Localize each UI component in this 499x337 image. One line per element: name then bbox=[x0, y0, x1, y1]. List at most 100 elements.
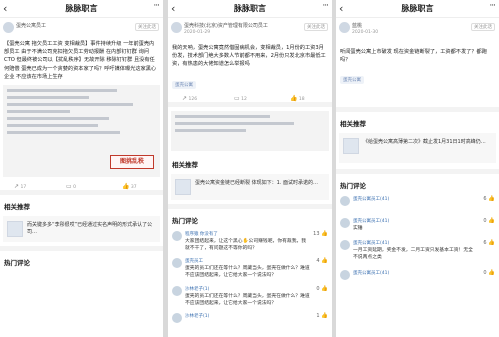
share-icon: ↗ bbox=[14, 183, 20, 191]
commenter-name[interactable]: 蛋壳员工 bbox=[185, 258, 203, 264]
thumbs-up-icon: 👍 bbox=[122, 183, 130, 191]
avatar[interactable] bbox=[340, 218, 350, 229]
related-item[interactable]: 而关键多多“李彤很哎”已经通过实名声明的形式承认了公司… bbox=[3, 216, 160, 243]
more-icon[interactable]: ··· bbox=[153, 1, 160, 11]
comments-title: 热门评论 bbox=[0, 246, 163, 270]
screenshot-collage: ‹ 脉脉职言 ··· 蛋壳公寓员工 关注此话 【蛋壳公寓 拖欠员工工资 变相裁员… bbox=[0, 0, 499, 337]
thumbs-up-icon: 👍 bbox=[488, 240, 495, 247]
post-content: 我的天呐，蛋壳公寓竟然借固病机会，变相裁员，1月份的工资3月份发，技术部门绝大多… bbox=[172, 45, 326, 68]
like-action[interactable]: 👍 18 bbox=[290, 95, 305, 102]
related-item[interactable]: 《给蛋壳公寓高薄第二次》截止发1月31日1时高峰仍… bbox=[339, 133, 496, 164]
page-title: 脉脉职言 bbox=[401, 4, 434, 13]
comment-item[interactable]: 蛋壳公寓员工(41) 实锤 0 👍 bbox=[336, 215, 499, 237]
comment-item[interactable]: 沙林老子(1) 蛋壳的员工们还在等什么？周藏当头，蛋壳在做什么？难道不应该团结起… bbox=[168, 283, 332, 310]
comment-like[interactable]: 6 👍 bbox=[483, 240, 495, 246]
back-arrow-icon[interactable]: ‹ bbox=[3, 2, 7, 15]
topic-tag[interactable]: 蛋壳公寓 bbox=[340, 76, 364, 85]
share-action[interactable]: ↗ 126 bbox=[182, 95, 197, 102]
more-icon[interactable]: ··· bbox=[322, 1, 329, 11]
comment-like[interactable]: 0 👍 bbox=[316, 286, 328, 292]
commenter-name[interactable]: 蛋壳公寓员工(41) bbox=[353, 270, 389, 276]
image-stamp: 图挑乱秩 bbox=[110, 155, 154, 170]
like-action[interactable]: 👍 37 bbox=[122, 183, 137, 190]
related-text: 《给蛋壳公寓高薄第二次》截止发1月31日1时高峰仍… bbox=[363, 139, 486, 146]
comment-icon: ▭ bbox=[66, 183, 72, 191]
post-panel-3: ‹ 脉脉职言 ··· 蓝桃 2020-01-30 关注此话 听闻蛋壳公寓上市破发… bbox=[336, 0, 499, 337]
follow-button[interactable]: 关注此话 bbox=[304, 23, 328, 31]
thumbs-up-icon: 👍 bbox=[321, 312, 328, 319]
share-icon: ↗ bbox=[182, 94, 188, 102]
commenter-name[interactable]: 沙林老子(1) bbox=[185, 313, 209, 319]
post-image[interactable] bbox=[171, 110, 329, 151]
comment-like[interactable]: 0 👍 bbox=[483, 218, 495, 224]
avatar[interactable] bbox=[172, 285, 182, 296]
comment-text: 蛋壳的员工们还在等什么？周藏当头，蛋壳在做什么？难道不应该团结起来，让它给大家一… bbox=[185, 293, 310, 306]
comment-item[interactable]: 蛋壳公寓员工(41) 6 👍 bbox=[336, 193, 499, 215]
avatar[interactable] bbox=[172, 230, 182, 241]
avatar[interactable] bbox=[340, 270, 350, 281]
page-title: 脉脉职言 bbox=[65, 4, 98, 13]
thumbs-up-icon: 👍 bbox=[488, 196, 495, 203]
comment-text: 实锤 bbox=[353, 226, 363, 232]
comment-like[interactable]: 0 👍 bbox=[483, 270, 495, 276]
avatar[interactable] bbox=[172, 312, 182, 323]
post-panel-2: ‹ 脉脉职言 ··· 蛋壳科技(北京)资产管理有限公司员工 2020-01-29… bbox=[168, 0, 332, 337]
comment-item[interactable]: 程序猿 你没有了 大家团结起来，让这个黑心✋公司赚钱呢，你有裁我，我就不干了，有… bbox=[168, 228, 332, 255]
post-image[interactable]: 图挑乱秩 bbox=[3, 85, 160, 178]
comment-item[interactable]: 蛋壳公寓员工(41) 0 👍 bbox=[336, 267, 499, 283]
topic-tag[interactable]: 蛋壳公寓 bbox=[172, 80, 196, 89]
action-bar: ↗ 17 ▭ 0 👍 37 bbox=[0, 179, 163, 196]
thumbs-up-icon: 👍 bbox=[321, 257, 328, 264]
comments-title: 热门评论 bbox=[336, 169, 499, 193]
follow-button[interactable]: 关注此话 bbox=[471, 23, 495, 31]
more-icon[interactable]: ··· bbox=[489, 1, 496, 11]
page-title: 脉脉职言 bbox=[234, 4, 266, 13]
avatar[interactable] bbox=[340, 240, 350, 251]
comment-text: 一月工资延期，奖金不发，二月工资只发基本工资！无全不说两点之类 bbox=[353, 248, 473, 261]
avatar[interactable] bbox=[3, 22, 14, 33]
related-thumbnail bbox=[7, 221, 23, 238]
comment-like[interactable]: 13 👍 bbox=[313, 231, 328, 237]
commenter-name[interactable]: 蛋壳公寓员工(41) bbox=[353, 240, 389, 246]
comment-item[interactable]: 蛋壳公寓员工(41) 一月工资延期，奖金不发，二月工资只发基本工资！无全不说两点… bbox=[336, 237, 499, 267]
thumbs-up-icon: 👍 bbox=[290, 94, 298, 102]
comment-text: 蛋壳的员工们还在等什么？周藏当头，蛋壳在做什么？难道不应该团结起来，让它给大家一… bbox=[185, 265, 310, 278]
top-bar: ‹ 脉脉职言 ··· bbox=[168, 0, 332, 18]
related-title: 相关推荐 bbox=[172, 160, 198, 169]
author-row: 蛋壳公寓员工 关注此话 bbox=[0, 18, 163, 38]
action-bar: ↗ 126 ▭ 12 👍 18 bbox=[168, 91, 332, 107]
comment-text: 大家团结起来，让这个黑心✋公司赚钱呢，你有裁我，我就不干了，有问题这不等你的吗？ bbox=[185, 238, 307, 251]
comment-like[interactable]: 6 👍 bbox=[483, 196, 495, 202]
comment-like[interactable]: 1 👍 bbox=[316, 313, 328, 319]
commenter-name[interactable]: 蛋壳公寓员工(41) bbox=[353, 218, 389, 224]
comment-item[interactable]: 沙林老子(1) 1 👍 bbox=[168, 310, 332, 326]
commenter-name[interactable]: 蛋壳公寓员工(41) bbox=[353, 196, 389, 202]
related-text: 蛋壳公寓资金链已经断裂 体现如下：1. 面试时承诺的… bbox=[195, 179, 318, 186]
related-thumbnail bbox=[343, 138, 359, 155]
comment-action[interactable]: ▭ 12 bbox=[234, 95, 247, 102]
thumbs-up-icon: 👍 bbox=[488, 218, 495, 225]
commenter-name[interactable]: 程序猿 你没有了 bbox=[185, 231, 218, 237]
comment-like[interactable]: 4 👍 bbox=[316, 258, 328, 264]
back-arrow-icon[interactable]: ‹ bbox=[339, 2, 343, 15]
avatar[interactable] bbox=[171, 22, 182, 33]
comment-item[interactable]: 蛋壳员工 蛋壳的员工们还在等什么？周藏当头，蛋壳在做什么？难道不应该团结起来，让… bbox=[168, 255, 332, 283]
post-content: 听闻蛋壳公寓上市破发 现在资金链断裂了，工资都不发了？都跑吗？ bbox=[340, 49, 487, 64]
related-title: 相关推荐 bbox=[340, 120, 366, 129]
top-bar: ‹ 脉脉职言 ··· bbox=[0, 0, 163, 18]
share-action[interactable]: ↗ 17 bbox=[14, 183, 26, 190]
author-row: 蛋壳科技(北京)资产管理有限公司员工 2020-01-29 关注此话 bbox=[168, 18, 332, 38]
comment-action[interactable]: ▭ 0 bbox=[66, 183, 76, 190]
related-item[interactable]: 蛋壳公寓资金链已经断裂 体现如下：1. 面试时承诺的… bbox=[171, 173, 329, 200]
back-arrow-icon[interactable]: ‹ bbox=[171, 2, 175, 15]
avatar[interactable] bbox=[339, 22, 350, 33]
post-content: 【蛋壳公寓 拖欠员工工资 变相裁员】事件持续升级 一年前蛋壳内部员工 由于不满公… bbox=[4, 41, 157, 80]
thumbs-up-icon: 👍 bbox=[321, 230, 328, 237]
avatar[interactable] bbox=[172, 257, 182, 268]
follow-button[interactable]: 关注此话 bbox=[135, 23, 159, 31]
top-bar: ‹ 脉脉职言 ··· bbox=[336, 0, 499, 18]
avatar[interactable] bbox=[340, 196, 350, 207]
commenter-name[interactable]: 沙林老子(1) bbox=[185, 286, 209, 292]
related-text: 而关键多多“李彤很哎”已经通过实名声明的形式承认了公司… bbox=[27, 222, 153, 236]
post-date: 2020-01-30 bbox=[352, 30, 379, 35]
